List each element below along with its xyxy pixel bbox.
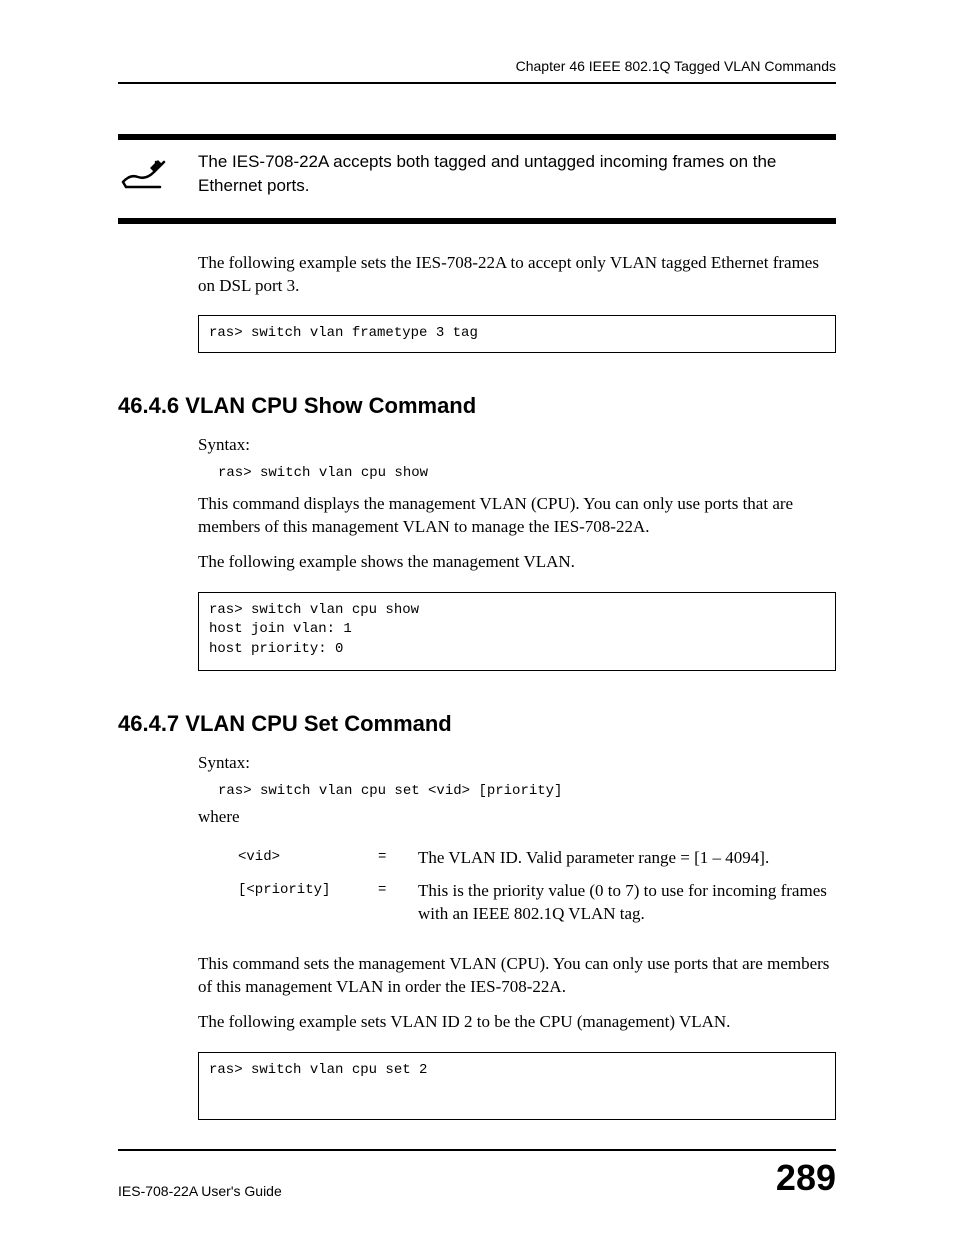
param-table: <vid> = The VLAN ID. Valid parameter ran… [238,847,836,926]
note-text: The IES-708-22A accepts both tagged and … [168,150,836,198]
param-desc: The VLAN ID. Valid parameter range = [1 … [418,847,836,870]
param-name: [<priority] [238,880,378,898]
intro-paragraph: The following example sets the IES-708-2… [198,252,836,298]
page-number: 289 [776,1157,836,1199]
param-row: <vid> = The VLAN ID. Valid parameter ran… [238,847,836,870]
section-646-desc2: The following example shows the manageme… [198,551,836,574]
note-block: The IES-708-22A accepts both tagged and … [118,134,836,224]
footer-title: IES-708-22A User's Guide [118,1183,282,1199]
param-row: [<priority] = This is the priority value… [238,880,836,926]
page-header: Chapter 46 IEEE 802.1Q Tagged VLAN Comma… [118,58,836,84]
section-647-desc2: The following example sets VLAN ID 2 to … [198,1011,836,1034]
page-footer: IES-708-22A User's Guide 289 [118,1149,836,1199]
where-label: where [198,807,836,827]
syntax-label: Syntax: [198,753,836,773]
section-heading-647: 46.4.7 VLAN CPU Set Command [118,711,836,737]
syntax-label: Syntax: [198,435,836,455]
param-name: <vid> [238,847,378,865]
section-646-desc1: This command displays the management VLA… [198,493,836,539]
syntax-code-647: ras> switch vlan cpu set <vid> [priority… [218,783,836,799]
section-heading-646: 46.4.6 VLAN CPU Show Command [118,393,836,419]
code-example-1: ras> switch vlan frametype 3 tag [198,315,836,353]
param-eq: = [378,847,418,865]
param-eq: = [378,880,418,898]
section-647-desc1: This command sets the management VLAN (C… [198,953,836,999]
param-desc: This is the priority value (0 to 7) to u… [418,880,836,926]
note-pen-icon [118,150,168,197]
syntax-code-646: ras> switch vlan cpu show [218,465,836,481]
code-example-647: ras> switch vlan cpu set 2 [198,1052,836,1120]
code-example-646: ras> switch vlan cpu show host join vlan… [198,592,836,671]
